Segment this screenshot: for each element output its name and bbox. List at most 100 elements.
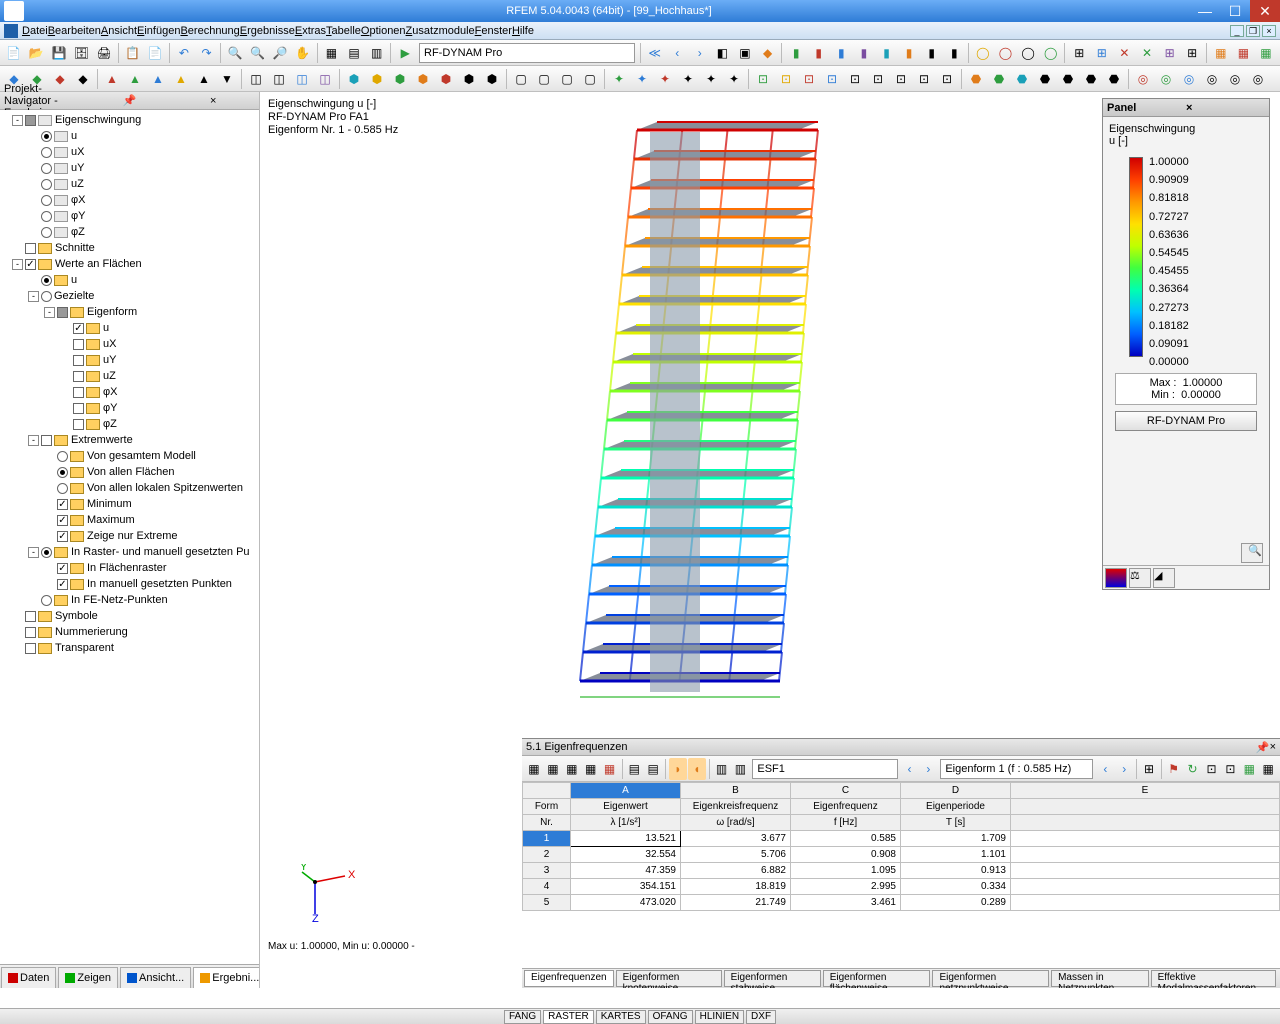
tb-m6-icon[interactable]: ⊞ bbox=[1181, 42, 1203, 64]
results-tab-5[interactable]: Massen in Netzpunkten bbox=[1051, 970, 1149, 987]
tb2-12-icon[interactable]: ◫ bbox=[268, 68, 290, 90]
tb-x2-icon[interactable]: ▮ bbox=[944, 42, 966, 64]
print-icon[interactable]: 🖨 bbox=[93, 42, 115, 64]
tb-r1-icon[interactable]: ▮ bbox=[808, 42, 830, 64]
view-1-icon[interactable]: ▦ bbox=[321, 42, 343, 64]
tree-item[interactable]: Symbole bbox=[0, 608, 259, 624]
tb-g1-icon[interactable]: ▮ bbox=[785, 42, 807, 64]
tree-item[interactable]: -In Raster- und manuell gesetzten Pu bbox=[0, 544, 259, 560]
tb-p1-icon[interactable]: ▮ bbox=[853, 42, 875, 64]
rt-8-icon[interactable]: ◗ bbox=[669, 758, 687, 780]
view-3-icon[interactable]: ▥ bbox=[366, 42, 388, 64]
rt-16-icon[interactable]: ⊡ bbox=[1221, 758, 1239, 780]
navigator-tree[interactable]: -EigenschwingunguuXuYuZφXφYφZSchnitte-We… bbox=[0, 110, 259, 964]
tree-item[interactable]: Transparent bbox=[0, 640, 259, 656]
menu-ansicht[interactable]: Ansicht bbox=[101, 25, 137, 37]
rt-1-icon[interactable]: ▦ bbox=[525, 758, 543, 780]
status-kartes[interactable]: KARTES bbox=[596, 1010, 646, 1024]
rt-13-icon[interactable]: ⚑ bbox=[1165, 758, 1183, 780]
save-icon[interactable]: 💾 bbox=[48, 42, 70, 64]
tree-item[interactable]: -Werte an Flächen bbox=[0, 256, 259, 272]
tb2-41-icon[interactable]: ⬣ bbox=[965, 68, 987, 90]
tb2-39-icon[interactable]: ⊡ bbox=[913, 68, 935, 90]
rt-next-icon[interactable]: › bbox=[919, 758, 937, 780]
tb-box-icon[interactable]: ▣ bbox=[734, 42, 756, 64]
tree-item[interactable]: In FE-Netz-Punkten bbox=[0, 592, 259, 608]
module-dropdown[interactable]: RF-DYNAM Pro bbox=[419, 43, 635, 63]
tree-item[interactable]: u bbox=[0, 272, 259, 288]
tree-item[interactable]: uY bbox=[0, 160, 259, 176]
tree-item[interactable]: uZ bbox=[0, 368, 259, 384]
menu-hilfe[interactable]: Hilfe bbox=[512, 25, 534, 37]
tb2-29-icon[interactable]: ✦ bbox=[677, 68, 699, 90]
panel-close-icon[interactable]: × bbox=[1186, 102, 1265, 114]
tb-cube-icon[interactable]: ◧ bbox=[712, 42, 734, 64]
results-tab-1[interactable]: Eigenformen knotenweise bbox=[616, 970, 722, 987]
tb2-30-icon[interactable]: ✦ bbox=[700, 68, 722, 90]
tb2-28-icon[interactable]: ✦ bbox=[654, 68, 676, 90]
mdi-restore-button[interactable]: ❐ bbox=[1246, 25, 1260, 37]
rt-2-icon[interactable]: ▦ bbox=[544, 758, 562, 780]
tree-item[interactable]: Zeige nur Extreme bbox=[0, 528, 259, 544]
results-tab-4[interactable]: Eigenformen netzpunktweise bbox=[932, 970, 1049, 987]
tb2-5-icon[interactable]: ▲ bbox=[101, 68, 123, 90]
tb2-42-icon[interactable]: ⬣ bbox=[988, 68, 1010, 90]
tree-item[interactable]: In manuell gesetzten Punkten bbox=[0, 576, 259, 592]
tb-x3-icon[interactable]: ◯ bbox=[1017, 42, 1039, 64]
tb-r2-icon[interactable]: ◯ bbox=[995, 42, 1017, 64]
zoom-icon[interactable]: 🔍 bbox=[224, 42, 246, 64]
rt-4-icon[interactable]: ▦ bbox=[582, 758, 600, 780]
menu-einfügen[interactable]: Einfügen bbox=[137, 25, 180, 37]
tb2-50-icon[interactable]: ◎ bbox=[1178, 68, 1200, 90]
window-minimize-button[interactable]: — bbox=[1190, 0, 1220, 22]
undo-icon[interactable]: ↶ bbox=[173, 42, 195, 64]
rt-9-icon[interactable]: ◖ bbox=[688, 758, 706, 780]
tree-item[interactable]: φZ bbox=[0, 224, 259, 240]
tb-end1-icon[interactable]: ▦ bbox=[1210, 42, 1232, 64]
results-tab-6[interactable]: Effektive Modalmassenfaktoren bbox=[1151, 970, 1276, 987]
zoom-all-icon[interactable]: 🔎 bbox=[269, 42, 291, 64]
tree-item[interactable]: φZ bbox=[0, 416, 259, 432]
tb2-38-icon[interactable]: ⊡ bbox=[890, 68, 912, 90]
results-grid[interactable]: ABCDEFormEigenwertEigenkreisfrequenzEige… bbox=[522, 782, 1280, 968]
tb2-24-icon[interactable]: ▢ bbox=[556, 68, 578, 90]
tb2-36-icon[interactable]: ⊡ bbox=[844, 68, 866, 90]
tb2-31-icon[interactable]: ✦ bbox=[723, 68, 745, 90]
tb2-51-icon[interactable]: ◎ bbox=[1201, 68, 1223, 90]
status-raster[interactable]: RASTER bbox=[543, 1010, 594, 1024]
redo-icon[interactable]: ↷ bbox=[196, 42, 218, 64]
results-close-icon[interactable]: × bbox=[1270, 741, 1276, 753]
rt-3-icon[interactable]: ▦ bbox=[563, 758, 581, 780]
tree-item[interactable]: φX bbox=[0, 384, 259, 400]
menu-zusatzmodule[interactable]: Zusatzmodule bbox=[406, 25, 475, 37]
status-ofang[interactable]: OFANG bbox=[648, 1010, 693, 1024]
rt-prev-icon[interactable]: ‹ bbox=[901, 758, 919, 780]
tb2-44-icon[interactable]: ⬣ bbox=[1034, 68, 1056, 90]
rt-12-icon[interactable]: ⊞ bbox=[1140, 758, 1158, 780]
panel-tab-1-icon[interactable] bbox=[1105, 568, 1127, 588]
tree-item[interactable]: Minimum bbox=[0, 496, 259, 512]
nav-tab-3[interactable]: Ergebni... bbox=[193, 967, 259, 988]
zoom-window-icon[interactable]: 🔍 bbox=[247, 42, 269, 64]
tb2-27-icon[interactable]: ✦ bbox=[631, 68, 653, 90]
tree-item[interactable]: uY bbox=[0, 352, 259, 368]
menu-berechnung[interactable]: Berechnung bbox=[180, 25, 239, 37]
tree-item[interactable]: Von allen lokalen Spitzenwerten bbox=[0, 480, 259, 496]
tb2-32-icon[interactable]: ⊡ bbox=[752, 68, 774, 90]
rt-15-icon[interactable]: ⊡ bbox=[1203, 758, 1221, 780]
tb-o1-icon[interactable]: ▮ bbox=[898, 42, 920, 64]
tree-item[interactable]: -Extremwerte bbox=[0, 432, 259, 448]
results-case-dropdown[interactable]: ESF1 bbox=[752, 759, 897, 779]
tree-item[interactable]: φY bbox=[0, 400, 259, 416]
tb2-6-icon[interactable]: ▲ bbox=[124, 68, 146, 90]
save-all-icon[interactable]: 🗄 bbox=[71, 42, 93, 64]
tree-item[interactable]: Von gesamtem Modell bbox=[0, 448, 259, 464]
open-file-icon[interactable]: 📂 bbox=[26, 42, 48, 64]
tb2-7-icon[interactable]: ▲ bbox=[147, 68, 169, 90]
status-hlinien[interactable]: HLINIEN bbox=[695, 1010, 744, 1024]
tb-c1-icon[interactable]: ▮ bbox=[876, 42, 898, 64]
tb-y1-icon[interactable]: ◯ bbox=[972, 42, 994, 64]
tb2-23-icon[interactable]: ▢ bbox=[533, 68, 555, 90]
tree-item[interactable]: Maximum bbox=[0, 512, 259, 528]
tb2-18-icon[interactable]: ⬢ bbox=[412, 68, 434, 90]
